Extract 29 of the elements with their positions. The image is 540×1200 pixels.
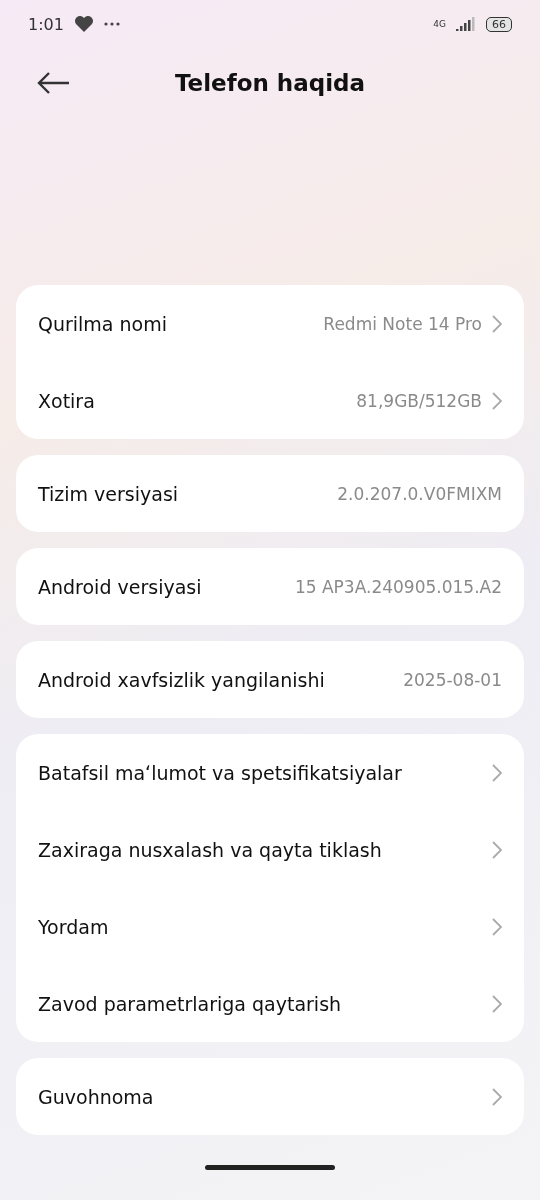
network-type: 4G [433,19,446,29]
heart-icon [73,15,94,33]
row-value: 2025-08-01 [403,669,502,690]
clock-time: 1:01 [28,14,64,34]
row-label: Android xavfsizlik yangilanishi [38,668,326,691]
row-value: 81,9GB/512GB [356,390,482,411]
chevron-icon[interactable] [492,994,502,1013]
chevron-icon[interactable] [492,763,502,782]
chevron-icon[interactable] [492,1087,502,1106]
row-label: Zaxiraga nusxalash va qayta tiklash [38,838,383,861]
row-value: 15 AP3A.240905.015.A2 [294,576,502,597]
page-title: Telefon haqida [174,70,366,96]
chevron-icon[interactable] [492,391,502,410]
signal-icon [456,17,476,31]
chevron-icon[interactable] [492,840,502,859]
battery-level: 66 [486,16,512,32]
row-label: Android versiyasi [38,575,203,598]
row-label: Guvohnoma [38,1085,155,1108]
chevron-icon[interactable] [492,917,502,936]
row-value: Redmi Note 14 Pro [323,313,482,334]
row-label: Qurilma nomi [38,312,168,335]
row-label: Xotira [38,389,96,412]
row-label: Yordam [38,915,110,938]
more-icon [103,22,120,26]
row-label: Tizim versiyasi [38,482,180,505]
row-value: 2.0.207.0.V0FMIXM [337,483,502,504]
row-label: Batafsil maʻlumot va spetsifikatsiyalar [38,761,403,784]
row-label: Zavod parametrlariga qaytarish [38,992,343,1015]
chevron-icon[interactable] [492,314,502,333]
